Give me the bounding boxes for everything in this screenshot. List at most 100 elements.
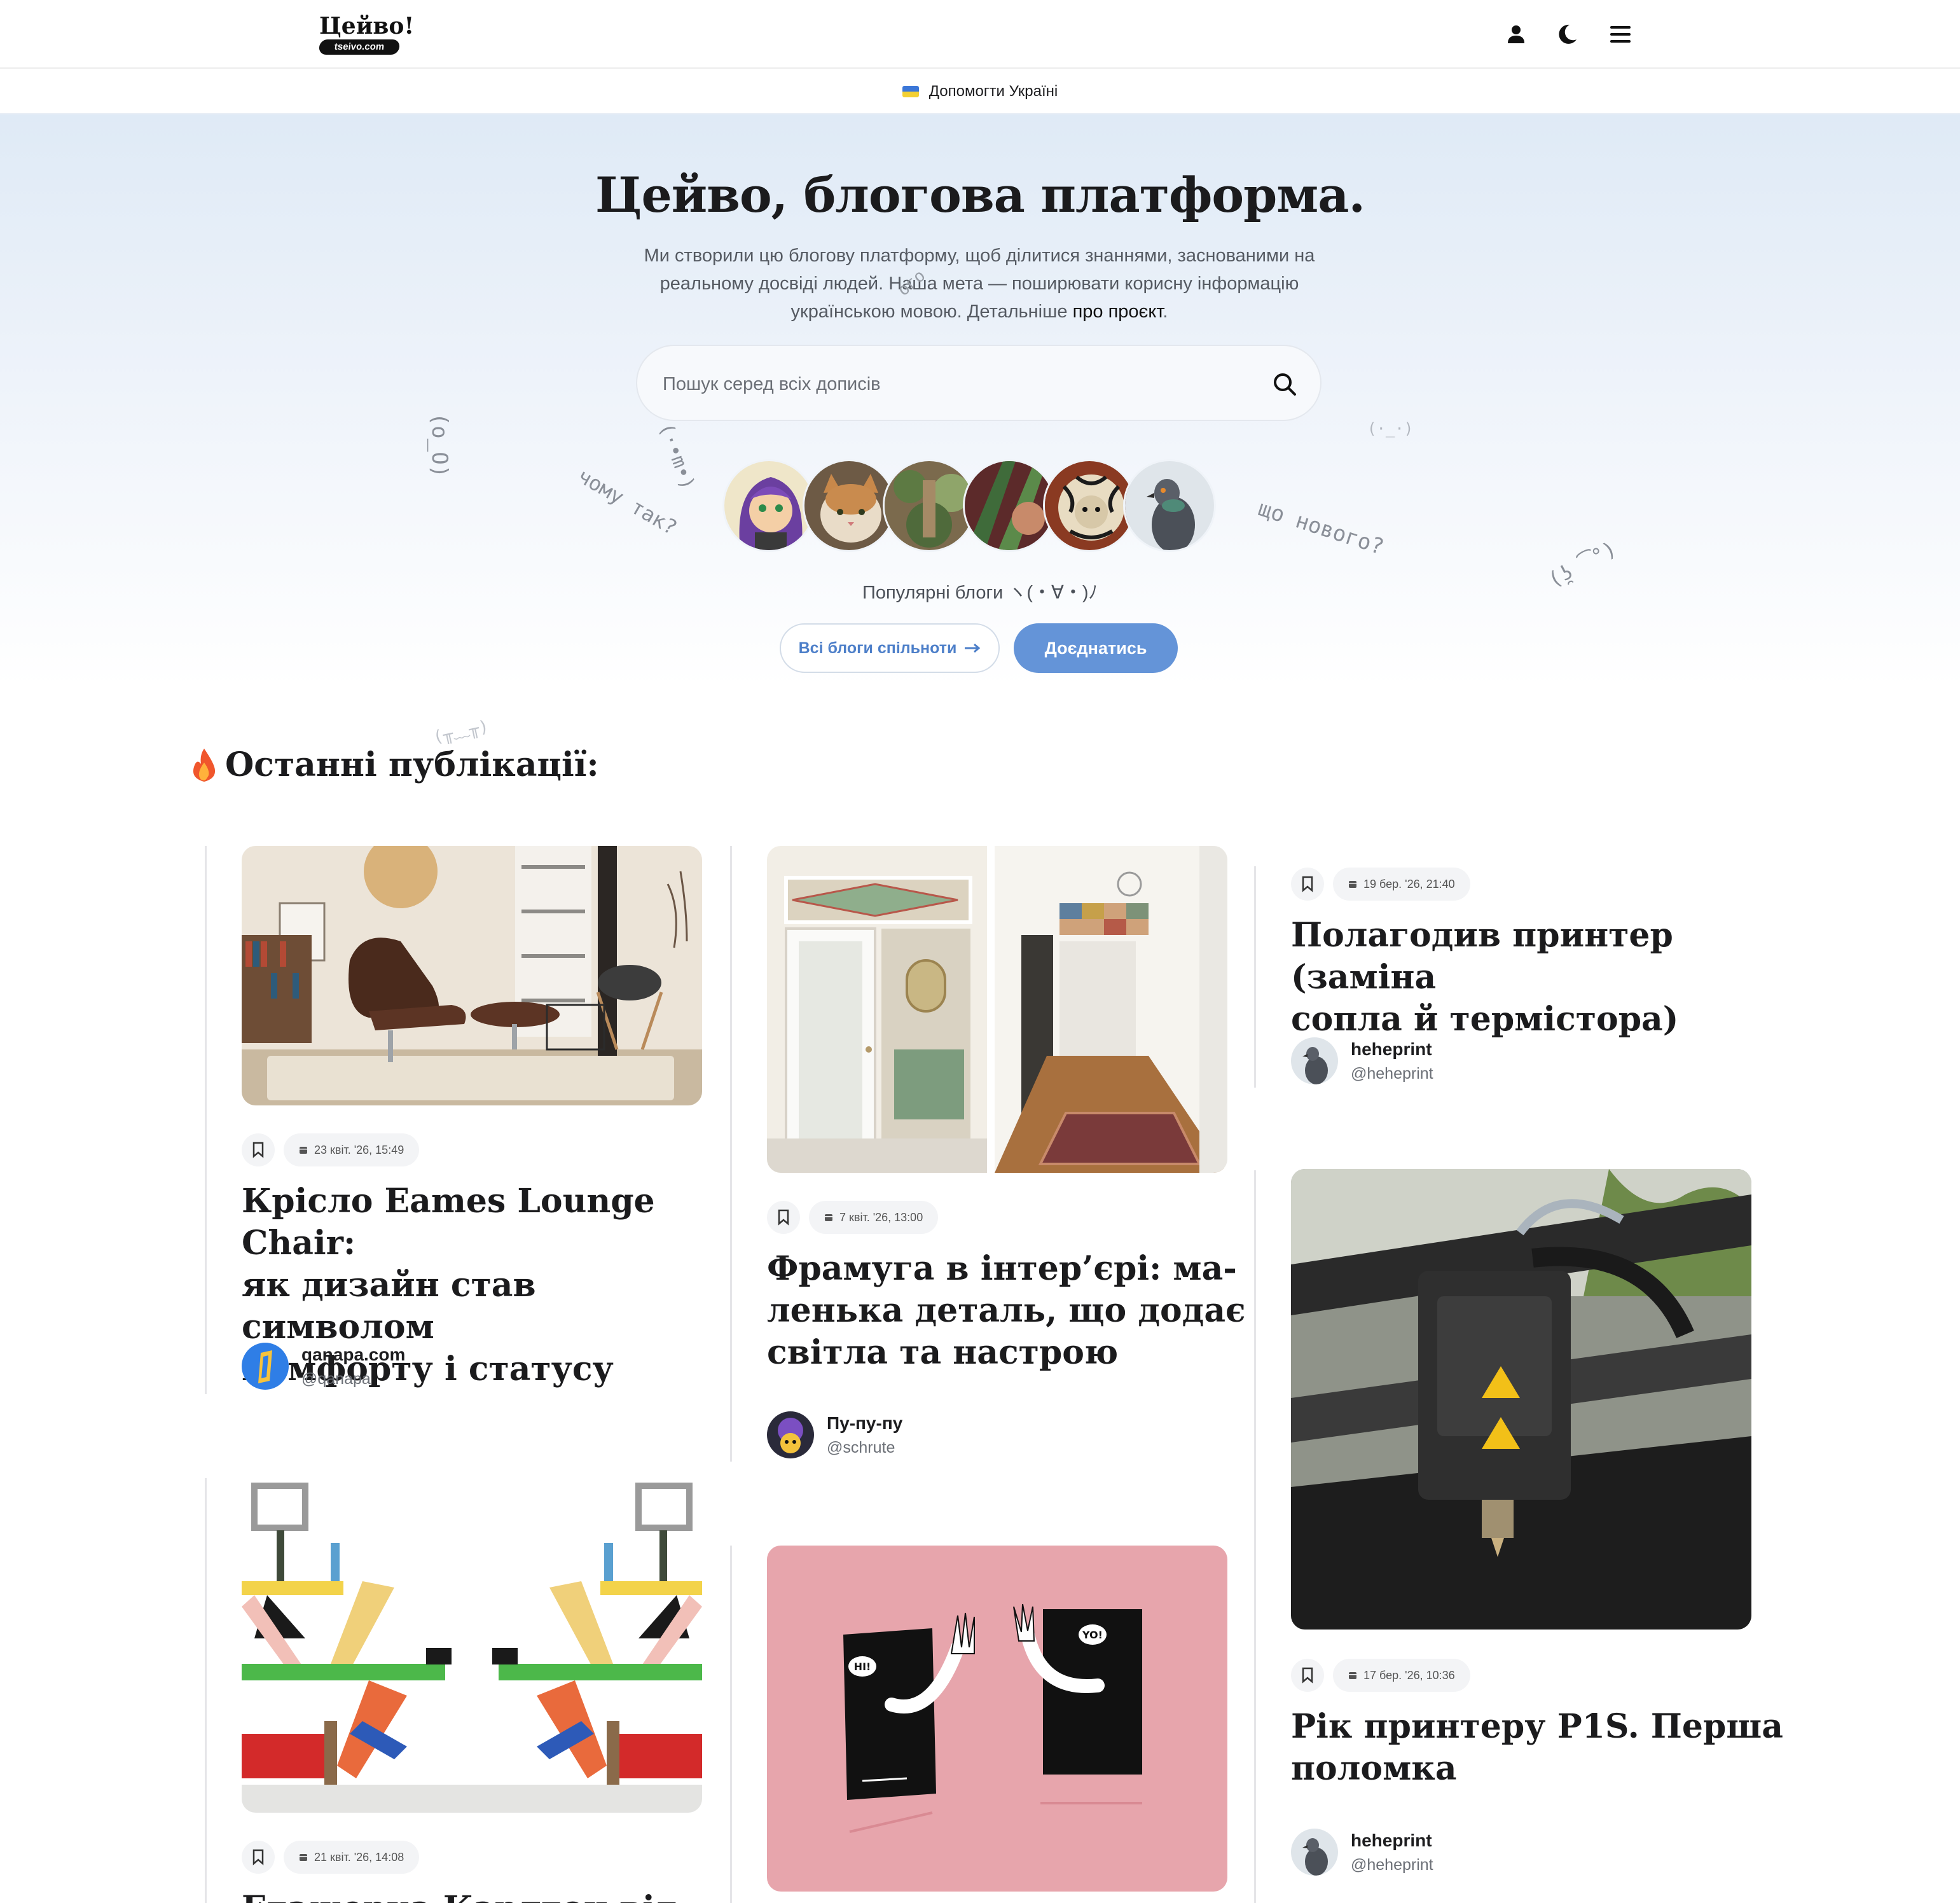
post-title-line: Фрамуга в інтер’єрі: ма- [767, 1249, 1237, 1288]
menu-hamburger-icon[interactable] [1605, 19, 1636, 50]
author-avatar [767, 1411, 814, 1458]
author-handle: @qanapa [301, 1370, 371, 1388]
comic-bubble-text: HI! [854, 1661, 871, 1673]
bookmark-icon[interactable] [767, 1201, 800, 1234]
column-divider [1254, 1170, 1256, 1903]
post-date: 17 бер. '26, 10:36 [1363, 1668, 1455, 1682]
post-title[interactable]: Рік принтеру P1S. Перша поломка [1291, 1706, 1787, 1790]
post-author[interactable]: qanapa.com @qanapa [242, 1342, 405, 1390]
dark-mode-moon-icon[interactable] [1552, 19, 1582, 50]
calendar-icon [300, 1854, 307, 1861]
post-title-line: світла та настрою [767, 1333, 1119, 1372]
hero-description: Ми створили цю блогову платформу, щоб ді… [630, 242, 1329, 326]
hero-desc-line: українською мовою. Детальніше [790, 301, 1073, 322]
blog-avatar[interactable] [722, 459, 815, 552]
post-meta: 23 квіт. '26, 15:49 [242, 1133, 420, 1166]
search-icon[interactable] [1266, 365, 1304, 403]
post-title-line: ленька деталь, що додає [767, 1291, 1246, 1330]
post-meta: 21 квіт. '26, 14:08 [242, 1841, 420, 1874]
author-handle: @heheprint [1351, 1065, 1433, 1083]
author-avatar [242, 1343, 289, 1390]
column-divider [730, 1546, 732, 1903]
post-date: 19 бер. '26, 21:40 [1363, 877, 1455, 890]
post-title[interactable]: Полагодив принтер (заміна сопла й терміс… [1291, 915, 1787, 1041]
join-button[interactable]: Доєднатись [1014, 623, 1178, 673]
bookmark-icon[interactable] [242, 1133, 275, 1166]
all-blogs-button-label: Всі блоги спільноти [798, 639, 957, 657]
hero-desc-line: реальному досвіді людей. Наша мета — пош… [659, 273, 1299, 294]
bookmark-icon[interactable] [1291, 868, 1324, 901]
popular-blogs-label: Популярні блоги ヽ(・∀・)ﾉ [862, 583, 1098, 603]
help-ukraine-link[interactable]: Допомогти Україні [929, 83, 1058, 100]
ukraine-flag-icon [902, 86, 919, 97]
kaomoji-decoration: (·_·) [1367, 420, 1414, 438]
post-date-badge: 17 бер. '26, 10:36 [1333, 1659, 1470, 1692]
post-image-carlton-shelf[interactable] [242, 1479, 702, 1813]
post-date-badge: 23 квіт. '26, 15:49 [284, 1133, 420, 1166]
post-date-badge: 19 бер. '26, 21:40 [1333, 868, 1470, 901]
post-title-line: Крісло Eames Lounge Chair: [242, 1182, 655, 1263]
hero-desc-line: Ми створили цю блогову платформу, щоб ді… [644, 246, 1315, 266]
post-image-comic-phones[interactable]: HI! YO! [767, 1546, 1227, 1892]
post-title-line: поломка [1291, 1749, 1457, 1788]
calendar-icon [1349, 1672, 1356, 1679]
column-divider [205, 1478, 207, 1903]
post-date-badge: 21 квіт. '26, 14:08 [284, 1841, 420, 1874]
fire-icon [193, 748, 216, 782]
post-title-line: Рік принтеру P1S. Перша [1291, 1707, 1783, 1746]
post-date: 23 квіт. '26, 15:49 [314, 1143, 404, 1156]
search-input[interactable] [663, 365, 1235, 403]
post-title-line: як дизайн став символом [242, 1266, 536, 1346]
top-navigation-bar: Цейво! tseivo.com [0, 0, 1960, 69]
post-title-line: Етажерка Карлтон від Етторе [242, 1888, 725, 1903]
search-bar [636, 345, 1322, 421]
bookmark-icon[interactable] [242, 1841, 275, 1874]
column-divider [205, 846, 207, 1394]
post-meta: 7 квіт. '26, 13:00 [767, 1201, 939, 1234]
column-divider [730, 846, 732, 1462]
blog-avatar[interactable] [1123, 459, 1216, 552]
logo-title: Цейво! [319, 13, 415, 39]
join-button-label: Доєднатись [1044, 638, 1147, 658]
author-name: heheprint [1351, 1039, 1432, 1059]
kaomoji-decoration: (o_O) [427, 412, 453, 478]
post-image-framuga[interactable] [767, 846, 1227, 1173]
bookmark-icon[interactable] [1291, 1659, 1324, 1692]
calendar-icon [300, 1147, 307, 1154]
logo-domain: tseivo.com [318, 39, 401, 55]
hero-desc-end: . [1163, 301, 1168, 322]
author-name: Пу-пу-пу [827, 1413, 903, 1433]
post-meta: 17 бер. '26, 10:36 [1291, 1659, 1470, 1692]
post-author[interactable]: heheprint @heheprint [1291, 1037, 1433, 1085]
author-handle: @schrute [827, 1439, 895, 1457]
column-divider [1254, 866, 1256, 1088]
post-author[interactable]: heheprint @heheprint [1291, 1828, 1433, 1876]
hero-title: Цейво, блогова платформа. [595, 167, 1365, 223]
blog-avatar[interactable] [1043, 459, 1136, 552]
author-handle: @heheprint [1351, 1856, 1433, 1874]
blog-avatar[interactable] [963, 459, 1056, 552]
post-image-printer-p1s[interactable] [1291, 1169, 1751, 1630]
post-title[interactable]: Фрамуга в інтер’єрі: ма- ленька деталь, … [767, 1248, 1250, 1374]
user-icon[interactable] [1501, 19, 1531, 50]
post-image-eames-chair[interactable] [242, 846, 702, 1105]
post-title-line: Полагодив принтер (заміна [1291, 916, 1673, 997]
calendar-icon [825, 1214, 832, 1221]
author-name: qanapa.com [301, 1345, 406, 1364]
help-ukraine-banner[interactable]: Допомогти Україні [0, 70, 1960, 114]
blog-avatar[interactable] [883, 459, 976, 552]
blog-avatar[interactable] [803, 459, 895, 552]
post-date-badge: 7 квіт. '26, 13:00 [809, 1201, 939, 1234]
post-title[interactable]: Етажерка Карлтон від Етторе [242, 1888, 725, 1903]
post-meta: 19 бер. '26, 21:40 [1291, 868, 1470, 901]
all-blogs-button[interactable]: Всі блоги спільноти [780, 623, 1000, 673]
post-date: 7 квіт. '26, 13:00 [839, 1210, 923, 1224]
about-project-link[interactable]: про проєкт [1073, 301, 1163, 322]
author-avatar [1291, 1829, 1338, 1876]
site-logo[interactable]: Цейво! tseivo.com [318, 13, 414, 57]
comic-bubble-text: YO! [1082, 1629, 1103, 1641]
latest-posts-heading: Останні публікації: [190, 745, 599, 784]
post-author[interactable]: Пу-пу-пу @schrute [767, 1411, 902, 1459]
author-name: heheprint [1351, 1830, 1432, 1850]
latest-posts-title: Останні публікації: [225, 745, 599, 784]
